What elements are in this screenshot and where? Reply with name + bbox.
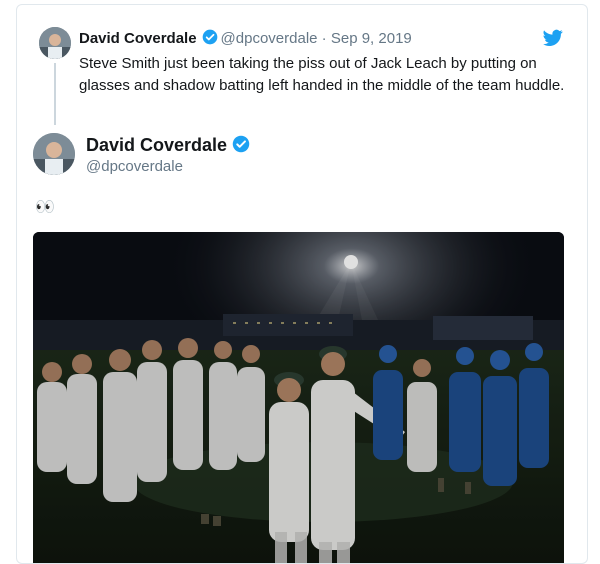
author-name-text[interactable]: David Coverdale: [86, 135, 227, 155]
header-separator: ·: [321, 30, 327, 47]
tweet-photo[interactable]: [33, 232, 564, 563]
quoted-author-handle[interactable]: @dpcoverdale: [221, 30, 318, 47]
author-handle[interactable]: @dpcoverdale: [86, 158, 183, 175]
thread-connector-line: [54, 63, 56, 125]
twitter-bird-icon[interactable]: [543, 29, 563, 47]
author-name[interactable]: David Coverdale: [86, 135, 253, 156]
embedded-tweet-card[interactable]: David Coverdale @dpcoverdale · Sep 9, 201…: [16, 4, 588, 564]
quoted-tweet-text: Steve Smith just been taking the piss ou…: [79, 55, 565, 94]
tweet-text: 👀: [35, 199, 55, 216]
cricket-team-huddle-photo: [33, 232, 564, 563]
verified-badge-icon: [202, 29, 218, 45]
quoted-tweet-date[interactable]: Sep 9, 2019: [331, 30, 412, 47]
quoted-author-name[interactable]: David Coverdale: [79, 30, 197, 47]
quoted-tweet-header: David Coverdale @dpcoverdale · Sep 9, 201…: [79, 29, 412, 47]
verified-badge-icon: [232, 135, 250, 153]
author-avatar[interactable]: [33, 133, 75, 175]
quoted-author-avatar[interactable]: [39, 27, 71, 59]
